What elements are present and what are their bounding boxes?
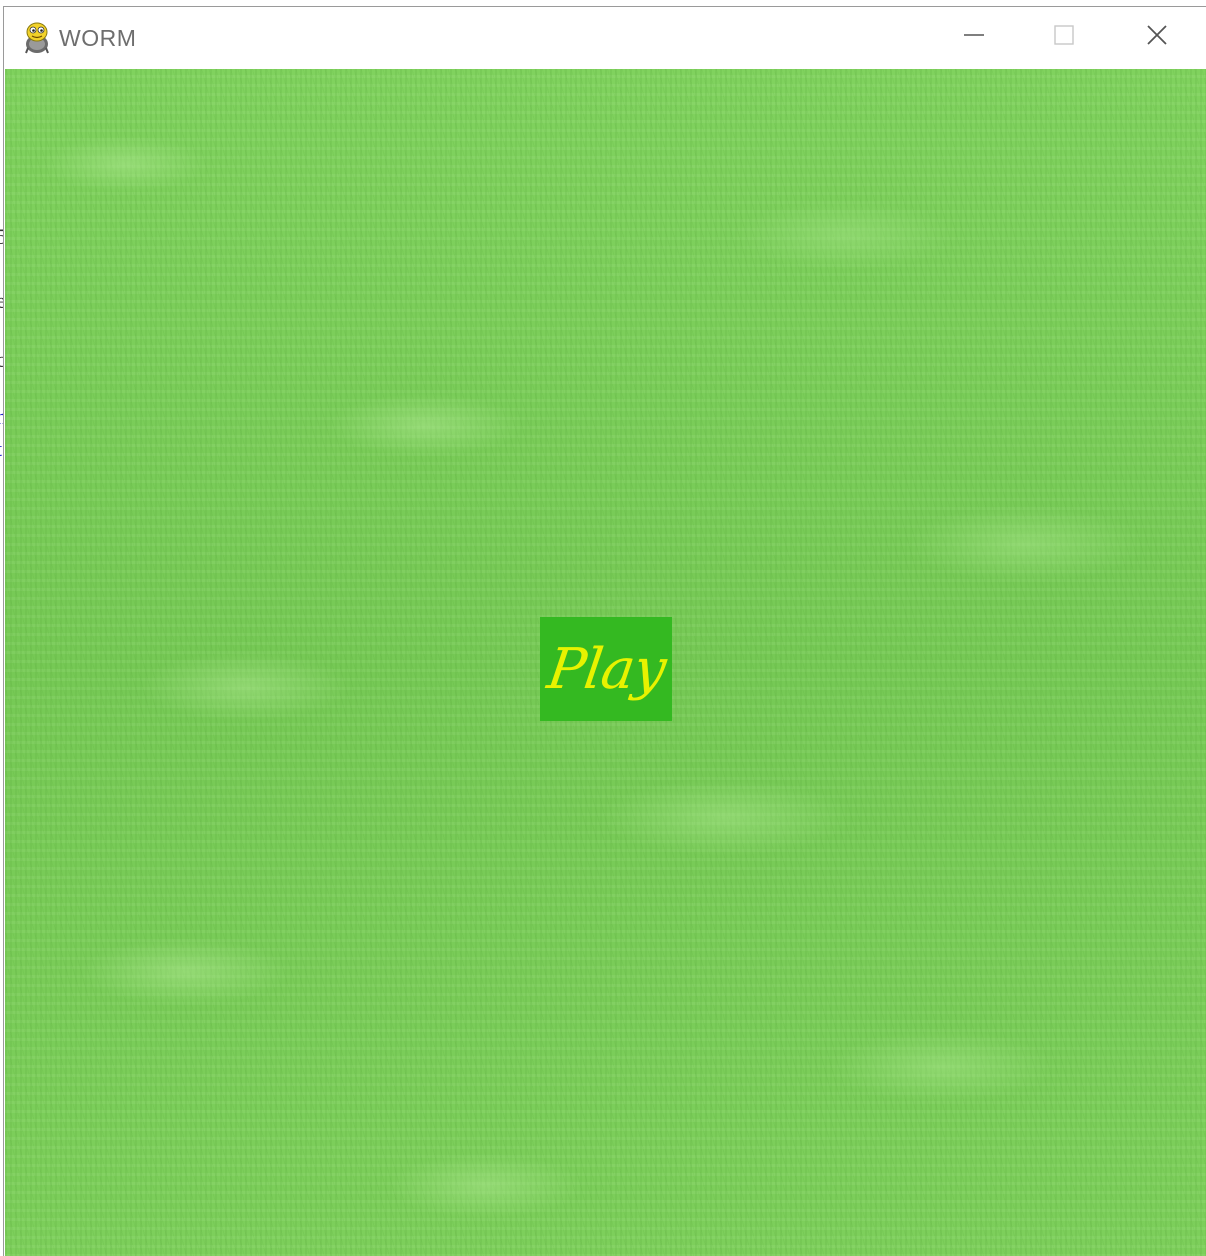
play-button[interactable]: Play: [540, 617, 672, 721]
desktop: 5 e c h t WORM: [0, 0, 1206, 1256]
maximize-button[interactable]: [1019, 7, 1109, 67]
peek-link-char[interactable]: t: [0, 436, 2, 462]
game-canvas-grass[interactable]: Play: [5, 69, 1206, 1256]
minimize-button[interactable]: [929, 7, 1019, 67]
title-bar[interactable]: WORM: [4, 7, 1206, 69]
close-icon: [1145, 23, 1169, 51]
close-button[interactable]: [1112, 7, 1202, 67]
play-button-label: Play: [543, 637, 669, 702]
maximize-icon: [1053, 24, 1075, 50]
game-window: WORM Play: [3, 6, 1206, 1256]
window-title: WORM: [59, 25, 137, 51]
minimize-icon: [963, 24, 985, 50]
pygame-snake-icon: [22, 20, 52, 54]
